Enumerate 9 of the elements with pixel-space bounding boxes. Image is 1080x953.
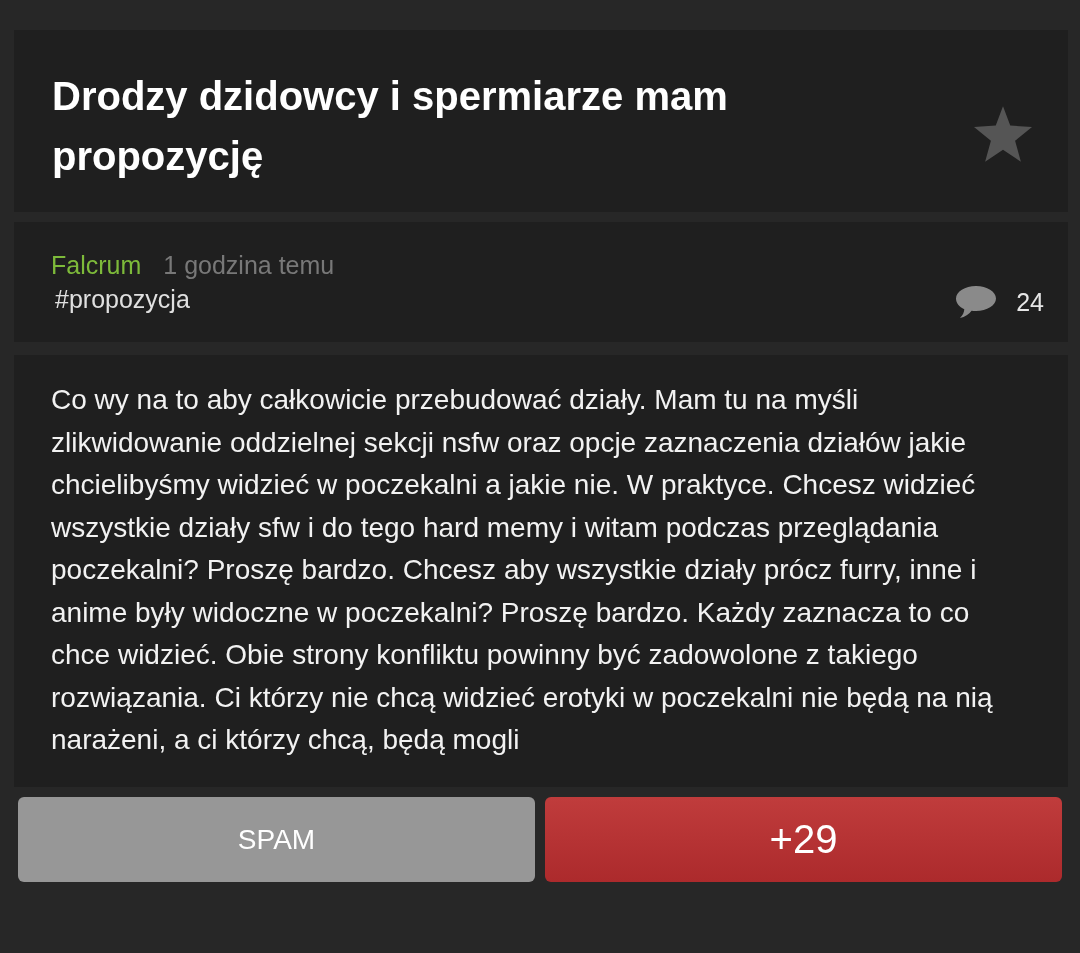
author-link[interactable]: Falcrum [51, 248, 142, 282]
upvote-button[interactable]: +29 [545, 797, 1062, 882]
comment-icon[interactable] [956, 286, 997, 318]
post-title: Drodzy dzidowcy i spermiarze mam propozycję [52, 73, 729, 180]
tag-link[interactable]: #propozycja [55, 282, 335, 316]
star-icon[interactable] [974, 106, 1032, 162]
post-time: 1 godzina temu [163, 250, 335, 281]
post-body-text: Co wy na to aby całkowicie przebudować działy. Mam tu na myśli zlikwidowanie oddzielnej sekcji nsfw oraz opcje zaznaczenia działów jakie chcielibyśmy widzieć w poczekalni a jakie nie. W praktyce. Chcesz widzieć wszystkie działy sfw i do tego hard memy i witam podczas przeglądania poczekalni? Proszę bardzo. Chcesz aby wszystkie działy prócz furry, inne i anime były widoczne w poczekalni? Proszę bardzo. Każdy zaznacza to co chce widzieć. Obie strony konfliktu powinny być zadowolone z takiego rozwiązania. Ci którzy nie chcą widzieć erotyki w poczekalni nie będą na nią narażeni, a ci którzy chcą, będą mogli [51, 383, 994, 757]
comment-count: 24 [1016, 287, 1044, 317]
